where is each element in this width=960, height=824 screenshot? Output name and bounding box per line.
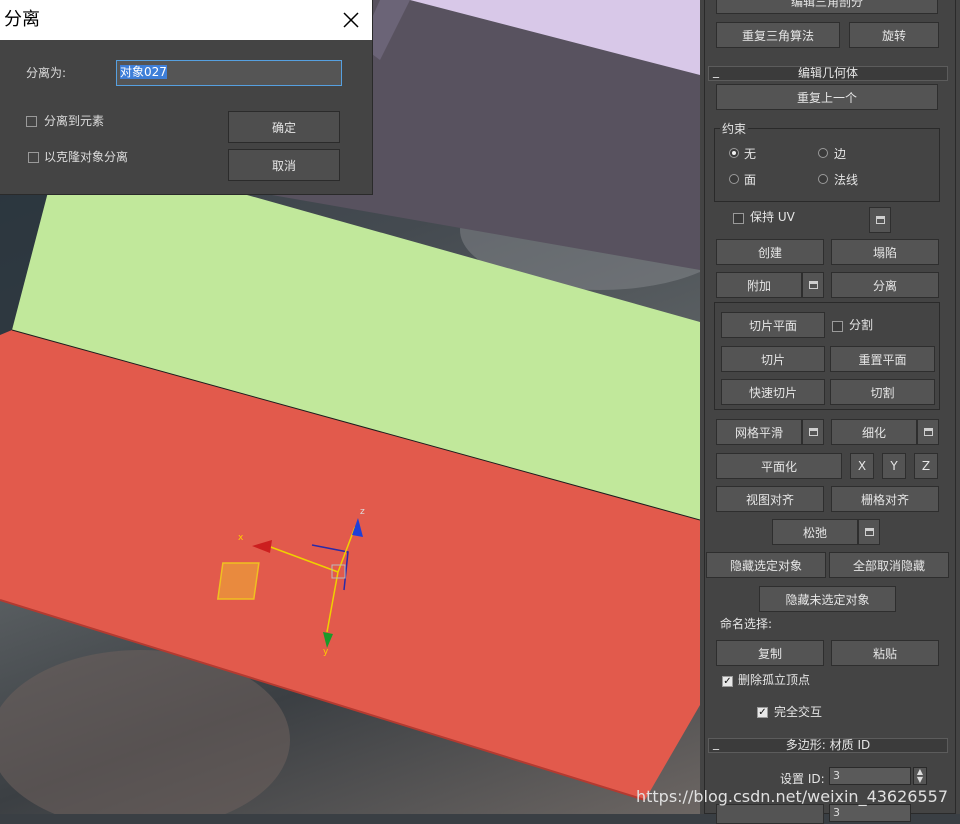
edit-geometry-title: 编辑几何体: [797, 66, 858, 80]
detach-to-element-label: 分离到元素: [44, 114, 105, 128]
quickslice-button[interactable]: 快速切片: [721, 379, 825, 405]
full-interactivity-label: 完全交互: [774, 705, 823, 719]
constraint-normal-label: 法线: [834, 173, 859, 187]
slice-button[interactable]: 切片: [721, 346, 825, 372]
repeat-last-button[interactable]: 重复上一个: [716, 84, 938, 110]
retriangulate-button[interactable]: 重复三角算法: [716, 22, 840, 48]
grid-align-button[interactable]: 栅格对齐: [831, 486, 939, 512]
delete-isolated-checkbox[interactable]: ✓: [722, 676, 733, 687]
view-align-button[interactable]: 视图对齐: [716, 486, 824, 512]
split-checkbox[interactable]: [832, 321, 843, 332]
named-selections-label: 命名选择:: [720, 617, 773, 631]
detach-button[interactable]: 分离: [831, 272, 939, 298]
select-id-button[interactable]: [716, 804, 824, 824]
collapse-icon: _: [713, 64, 719, 78]
command-panel: 编辑三角剖分 重复三角算法 旋转 _ 编辑几何体 重复上一个 约束 无 边 面 …: [700, 0, 960, 824]
constraint-edge-radio[interactable]: [818, 148, 828, 158]
relax-settings-icon[interactable]: [858, 519, 880, 545]
close-icon[interactable]: [338, 7, 364, 33]
dialog-title: 分离: [4, 9, 40, 30]
rotate-button[interactable]: 旋转: [849, 22, 939, 48]
material-ids-rollout-header[interactable]: _ 多边形: 材质 ID: [708, 736, 948, 753]
hide-selected-button[interactable]: 隐藏选定对象: [706, 552, 826, 578]
preserve-uv-settings-icon[interactable]: [869, 207, 891, 233]
watermark-text: https://blog.csdn.net/weixin_43626557: [635, 787, 948, 806]
z-axis-label: z: [360, 507, 365, 517]
x-axis-label: x: [238, 533, 244, 543]
meshsmooth-settings-icon[interactable]: [802, 419, 824, 445]
hide-unselected-button[interactable]: 隐藏未选定对象: [759, 586, 896, 612]
constraint-none-radio[interactable]: [729, 148, 739, 158]
cancel-button[interactable]: 取消: [228, 149, 340, 181]
detach-name-input[interactable]: 对象027: [116, 60, 342, 86]
constraints-group: [714, 128, 940, 202]
material-ids-title: 多边形: 材质 ID: [785, 738, 871, 752]
edit-geometry-rollout-header[interactable]: _ 编辑几何体: [708, 64, 948, 81]
constraint-face-label: 面: [744, 173, 757, 187]
paste-button[interactable]: 粘贴: [831, 640, 939, 666]
create-button[interactable]: 创建: [716, 239, 824, 265]
attach-settings-icon[interactable]: [802, 272, 824, 298]
ok-button[interactable]: 确定: [228, 111, 340, 143]
tessellate-settings-icon[interactable]: [917, 419, 939, 445]
planar-y-button[interactable]: Y: [882, 453, 906, 479]
delete-isolated-label: 删除孤立顶点: [738, 673, 811, 687]
retriangulate-partial-button[interactable]: 编辑三角剖分: [716, 0, 938, 14]
constraint-edge-label: 边: [834, 147, 847, 161]
detach-dialog: 分离 分离为: 对象027 分离到元素 以克隆对象分离 确定 取消: [0, 0, 373, 195]
split-label: 分割: [849, 318, 874, 332]
detach-name-value: 对象027: [120, 65, 167, 79]
detach-as-clone-label: 以克隆对象分离: [44, 150, 129, 164]
unhide-all-button[interactable]: 全部取消隐藏: [829, 552, 949, 578]
full-interactivity-checkbox[interactable]: ✓: [757, 707, 768, 718]
set-id-spinner[interactable]: ▲ ▼: [913, 767, 927, 785]
preserve-uv-checkbox[interactable]: [733, 213, 744, 224]
detach-as-label: 分离为:: [26, 66, 67, 80]
attach-button[interactable]: 附加: [716, 272, 802, 298]
collapse-button[interactable]: 塌陷: [831, 239, 939, 265]
detach-to-element-checkbox[interactable]: [26, 116, 37, 127]
constraint-face-radio[interactable]: [729, 174, 739, 184]
dialog-titlebar[interactable]: 分离: [0, 0, 372, 40]
constraints-label: 约束: [720, 120, 749, 137]
planar-x-button[interactable]: X: [850, 453, 874, 479]
constraint-none-label: 无: [744, 147, 757, 161]
detach-as-clone-checkbox[interactable]: [28, 152, 39, 163]
planar-z-button[interactable]: Z: [914, 453, 938, 479]
reset-plane-button[interactable]: 重置平面: [830, 346, 935, 372]
slice-plane-button[interactable]: 切片平面: [721, 312, 825, 338]
collapse-icon: _: [713, 736, 719, 750]
copy-button[interactable]: 复制: [716, 640, 824, 666]
cut-button[interactable]: 切割: [830, 379, 935, 405]
set-id-input[interactable]: 3: [829, 767, 911, 785]
select-id-input[interactable]: 3: [829, 804, 911, 822]
set-id-label: 设置 ID:: [780, 772, 825, 786]
make-planar-button[interactable]: 平面化: [716, 453, 842, 479]
constraint-normal-radio[interactable]: [818, 174, 828, 184]
meshsmooth-button[interactable]: 网格平滑: [716, 419, 802, 445]
y-axis-label: y: [323, 647, 329, 657]
preserve-uv-label: 保持 UV: [750, 210, 795, 224]
tessellate-button[interactable]: 细化: [831, 419, 917, 445]
relax-button[interactable]: 松弛: [772, 519, 858, 545]
